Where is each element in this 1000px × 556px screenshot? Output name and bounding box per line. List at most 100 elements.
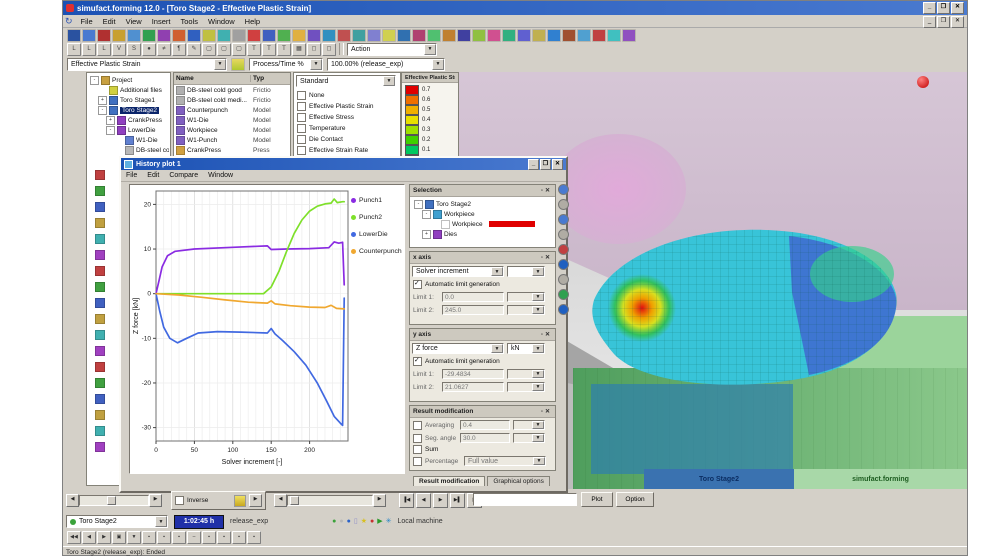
- menu-item[interactable]: Help: [240, 16, 265, 27]
- x-limit1-unit[interactable]: ▼: [507, 292, 545, 302]
- view-toolbar-button[interactable]: ●: [142, 43, 156, 56]
- playback-button[interactable]: ▶▌: [450, 493, 465, 508]
- bottom-toolbar-button[interactable]: ◀◀: [67, 531, 81, 544]
- tab-result-modification[interactable]: Result modification: [413, 476, 485, 486]
- history-plot-window[interactable]: History plot 1 _ ❐ ✕ FileEditCompareWind…: [119, 156, 568, 493]
- toolbar-icon[interactable]: [592, 29, 606, 42]
- action-combobox[interactable]: Action ▼: [347, 43, 437, 56]
- toolbar-icon[interactable]: [112, 29, 126, 42]
- view-toolbar-button[interactable]: V: [112, 43, 126, 56]
- result-type-row[interactable]: None: [297, 90, 397, 101]
- pin-icon[interactable]: ▫✕: [541, 331, 552, 338]
- y-axis-combobox[interactable]: Z force▼: [412, 343, 504, 354]
- history-menu-item[interactable]: File: [121, 171, 142, 180]
- bottom-toolbar-button[interactable]: ▪: [172, 531, 186, 544]
- refresh-icon[interactable]: [231, 58, 245, 71]
- view-toolbar-button[interactable]: ◻: [307, 43, 321, 56]
- mdi-close-button[interactable]: ✕: [951, 16, 964, 28]
- strip-tool-icon[interactable]: [558, 304, 569, 315]
- legend-item[interactable]: Punch2: [351, 209, 402, 226]
- slider-thumb[interactable]: [107, 496, 116, 505]
- option-button[interactable]: Option: [616, 492, 654, 507]
- sum-row[interactable]: Sum: [410, 444, 555, 455]
- bottom-toolbar-button[interactable]: ◀: [82, 531, 96, 544]
- toolbar-icon[interactable]: [472, 29, 486, 42]
- pin-icon[interactable]: ▫✕: [541, 187, 552, 194]
- result-type-checkbox[interactable]: [297, 124, 306, 133]
- bottom-toolbar-button[interactable]: ▪: [202, 531, 216, 544]
- toolbar-icon[interactable]: [532, 29, 546, 42]
- object-table-row[interactable]: W1-Die Model: [174, 115, 290, 125]
- chevron-down-icon[interactable]: ▼: [424, 44, 436, 55]
- toolbar-icon[interactable]: [487, 29, 501, 42]
- toolbar-icon[interactable]: [247, 29, 261, 42]
- strip-tool-icon[interactable]: [558, 214, 569, 225]
- percentage-combobox[interactable]: Full value▼: [464, 456, 546, 466]
- result-type-row[interactable]: Die Contact: [297, 134, 397, 145]
- job-icon[interactable]: ★: [361, 518, 367, 526]
- toolbar-icon[interactable]: [82, 29, 96, 42]
- selection-tree-item[interactable]: + Dies: [412, 229, 553, 239]
- strip-tool-icon[interactable]: [558, 199, 569, 210]
- stage-combobox[interactable]: Toro Stage2 ▼: [66, 515, 168, 528]
- strip-tool-icon[interactable]: [558, 229, 569, 240]
- averaging-checkbox[interactable]: [413, 421, 422, 430]
- result-type-checkbox[interactable]: [297, 146, 306, 155]
- toolbar-icon[interactable]: [97, 29, 111, 42]
- tree-expander-icon[interactable]: +: [106, 116, 115, 125]
- x-axis-combobox[interactable]: Solver increment▼: [412, 266, 504, 277]
- y-auto-limit-row[interactable]: Automatic limit generation: [410, 356, 555, 367]
- x-axis-unit-combobox[interactable]: ▼: [507, 266, 545, 277]
- view-toolbar-button[interactable]: ≠: [157, 43, 171, 56]
- x-limit1-field[interactable]: 0.0: [442, 292, 504, 302]
- result-type-row[interactable]: Temperature: [297, 123, 397, 134]
- column-header-type[interactable]: Typ: [253, 75, 264, 82]
- slider-right-arrow[interactable]: ▶: [373, 494, 386, 507]
- view-toolbar-button[interactable]: ▢: [202, 43, 216, 56]
- toolbar-icon[interactable]: [397, 29, 411, 42]
- y-limit2-unit[interactable]: ▼: [507, 382, 545, 392]
- toolbar-icon[interactable]: [127, 29, 141, 42]
- chevron-down-icon[interactable]: ▼: [491, 267, 503, 276]
- step-combobox[interactable]: 100.00% (release_exp) ▼: [327, 58, 445, 71]
- result-set-combobox[interactable]: Standard ▼: [296, 75, 396, 87]
- series-color-swatch[interactable]: [489, 221, 535, 227]
- object-table-row[interactable]: DB-steel cold medi... Frictio: [174, 95, 290, 105]
- toolbar-icon[interactable]: [412, 29, 426, 42]
- slider-right-arrow[interactable]: ▶: [149, 494, 162, 507]
- view-toolbar-button[interactable]: T: [277, 43, 291, 56]
- increment-slider[interactable]: ◀ ▶: [274, 494, 386, 507]
- view-toolbar-button[interactable]: L: [82, 43, 96, 56]
- toolbar-icon[interactable]: [382, 29, 396, 42]
- job-icon[interactable]: ●: [347, 518, 351, 526]
- result-type-checkbox[interactable]: [297, 135, 306, 144]
- project-tree-item[interactable]: + CrankPress: [88, 115, 169, 125]
- seg-angle-unit[interactable]: ▼: [513, 433, 545, 443]
- strip-tool-icon[interactable]: [558, 259, 569, 270]
- seg-angle-field[interactable]: 30.0: [460, 433, 510, 443]
- strip-tool-icon[interactable]: [558, 244, 569, 255]
- strip-tool-icon[interactable]: [558, 184, 569, 195]
- job-icon[interactable]: ●: [370, 518, 374, 526]
- tree-expander-icon[interactable]: -: [90, 76, 99, 85]
- toolbar-icon[interactable]: [607, 29, 621, 42]
- history-menu-item[interactable]: Window: [203, 171, 238, 180]
- menu-item[interactable]: Edit: [98, 16, 121, 27]
- toolbar-icon[interactable]: [517, 29, 531, 42]
- inverse-checkbox[interactable]: [175, 496, 184, 505]
- result-type-row[interactable]: Effective Plastic Strain: [297, 101, 397, 112]
- toolbar-icon[interactable]: [547, 29, 561, 42]
- project-tree-item[interactable]: DB-steel cold medi...: [88, 145, 169, 155]
- toolbar-icon[interactable]: [442, 29, 456, 42]
- chevron-down-icon[interactable]: ▼: [432, 59, 444, 70]
- toolbar-icon[interactable]: [157, 29, 171, 42]
- object-table-row[interactable]: CrankPress Press: [174, 145, 290, 155]
- workpiece-3d[interactable]: [584, 212, 906, 394]
- chevron-down-icon[interactable]: ▼: [214, 59, 226, 70]
- bottom-toolbar-button[interactable]: ▼: [127, 531, 141, 544]
- menu-item[interactable]: Tools: [175, 16, 203, 27]
- job-icon[interactable]: ●: [332, 518, 336, 526]
- chevron-down-icon[interactable]: ▼: [491, 344, 503, 353]
- close-button[interactable]: ✕: [951, 2, 964, 14]
- project-tree-item[interactable]: - Toro Stage2: [88, 105, 169, 115]
